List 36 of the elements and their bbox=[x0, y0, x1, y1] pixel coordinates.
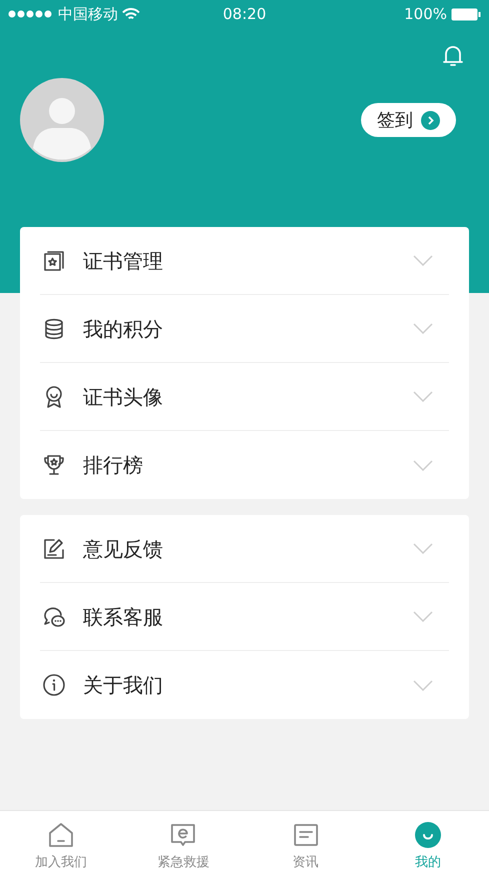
certificate-icon bbox=[42, 248, 66, 272]
points-icon bbox=[42, 316, 66, 340]
emergency-icon bbox=[169, 821, 198, 849]
signal-icon bbox=[8, 10, 54, 18]
chevron-icon[interactable] bbox=[413, 255, 433, 266]
avatar-icon[interactable] bbox=[20, 78, 104, 162]
bell-icon[interactable] bbox=[441, 44, 465, 68]
chevron-icon[interactable] bbox=[413, 680, 433, 690]
battery-icon bbox=[451, 8, 482, 20]
chat-icon bbox=[42, 604, 66, 628]
trophy-icon bbox=[42, 453, 66, 477]
chevron-icon[interactable] bbox=[413, 611, 433, 622]
menu-item[interactable]: 证书头像 bbox=[83, 382, 413, 412]
tab-item[interactable]: 加入我们 bbox=[0, 811, 122, 875]
info-icon bbox=[42, 673, 66, 697]
status-time: 08:20 bbox=[222, 4, 268, 25]
tab-item[interactable]: 资讯 bbox=[244, 811, 367, 875]
profile-icon bbox=[414, 821, 442, 849]
sign-in-button[interactable]: 签到 bbox=[361, 103, 456, 137]
wifi-icon bbox=[122, 8, 140, 20]
menu-item[interactable]: 排行榜 bbox=[83, 450, 413, 480]
tab-item[interactable]: 紧急救援 bbox=[122, 811, 244, 875]
battery-percent: 100% bbox=[404, 4, 448, 25]
menu-item[interactable]: 证书管理 bbox=[83, 246, 413, 276]
menu-item[interactable]: 关于我们 bbox=[83, 670, 413, 700]
chevron-icon[interactable] bbox=[413, 323, 433, 334]
feedback-icon bbox=[42, 536, 66, 560]
chevron-icon[interactable] bbox=[413, 460, 433, 470]
menu-item[interactable]: 联系客服 bbox=[83, 602, 413, 632]
menu-item[interactable]: 意见反馈 bbox=[83, 534, 413, 564]
home-icon bbox=[47, 821, 76, 849]
carrier-name: 中国移动 bbox=[58, 4, 118, 25]
chevron-icon[interactable] bbox=[413, 543, 433, 554]
news-icon bbox=[292, 821, 320, 849]
menu-item[interactable]: 我的积分 bbox=[83, 314, 413, 344]
chevron-icon[interactable] bbox=[413, 391, 433, 402]
